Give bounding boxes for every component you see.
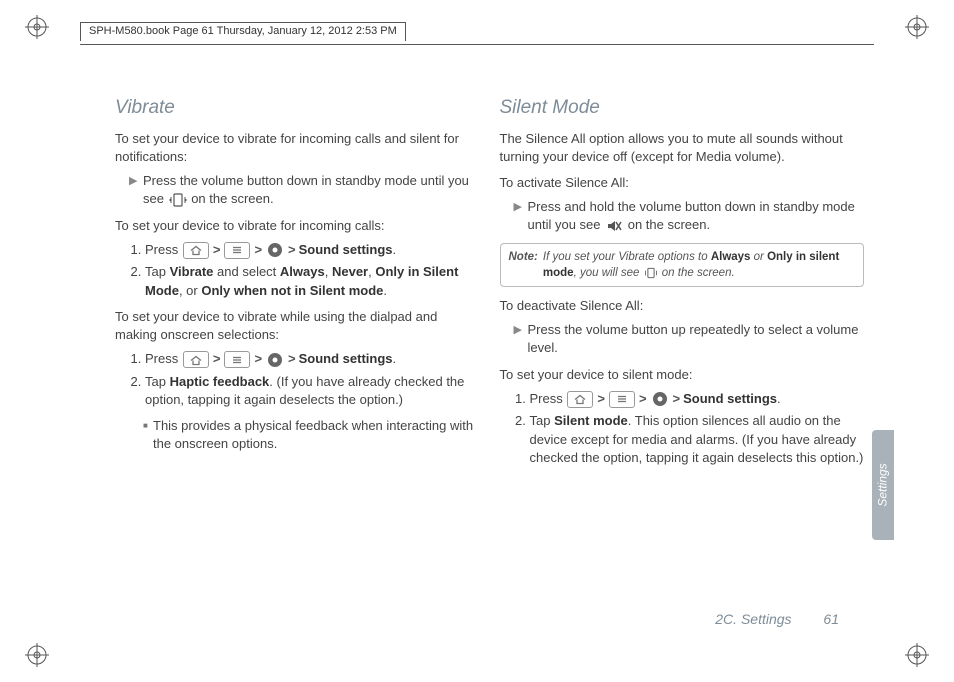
menu-path: Sound settings <box>299 351 393 366</box>
ordered-list: Press >>>Sound settings. Tap Vibrate and… <box>145 241 480 300</box>
text: Tap <box>530 413 555 428</box>
note-box: Note: If you set your Vibrate options to… <box>500 243 865 287</box>
menu-key-icon <box>224 242 250 259</box>
page-content: Vibrate To set your device to vibrate fo… <box>115 95 864 592</box>
crop-line <box>80 44 874 45</box>
option: Haptic feedback <box>170 374 270 389</box>
vibrate-icon <box>644 266 658 280</box>
option: Silent mode <box>554 413 628 428</box>
mute-icon <box>605 217 623 235</box>
text: Tap <box>145 374 170 389</box>
separator: > <box>639 391 647 406</box>
page-number: 61 <box>823 611 839 627</box>
triangle-bullet-icon: ▶ <box>514 198 528 235</box>
list-item: ▶ Press and hold the volume button down … <box>514 198 865 235</box>
note-text: If you set your Vibrate options to Alway… <box>543 249 855 281</box>
menu-key-icon <box>609 391 635 408</box>
separator: > <box>213 351 221 366</box>
paragraph: To activate Silence All: <box>500 174 865 192</box>
footer-section: 2C. Settings <box>715 611 791 627</box>
separator: > <box>288 242 296 257</box>
list-item: Press >>>Sound settings. <box>145 350 480 369</box>
triangle-bullet-icon: ▶ <box>514 321 528 357</box>
note-label: Note: <box>509 249 538 281</box>
crop-mark-br <box>905 643 929 667</box>
crop-mark-tl <box>25 15 49 39</box>
option: Only when not in Silent mode <box>201 283 383 298</box>
menu-key-icon <box>224 351 250 368</box>
heading-silent-mode: Silent Mode <box>500 95 865 122</box>
heading-vibrate: Vibrate <box>115 95 480 122</box>
text: on the screen. <box>624 217 710 232</box>
text: Press <box>145 242 182 257</box>
ordered-list: Press >>>Sound settings. Tap Tap Silent … <box>530 390 865 467</box>
option: Never <box>332 264 368 279</box>
paragraph: To set your device to vibrate for incomi… <box>115 130 480 166</box>
text: Press <box>145 351 182 366</box>
bullet-text: Press and hold the volume button down in… <box>528 198 865 235</box>
paragraph: To deactivate Silence All: <box>500 297 865 315</box>
list-item: ▶ Press the volume button up repeatedly … <box>514 321 865 357</box>
side-tab-label: Settings <box>876 463 890 506</box>
option: Always <box>711 251 751 263</box>
list-item: Press >>>Sound settings. <box>145 241 480 260</box>
option: Always <box>280 264 325 279</box>
column-left: Vibrate To set your device to vibrate fo… <box>115 95 480 592</box>
ordered-list: Press >>>Sound settings. Tap Haptic feed… <box>145 350 480 409</box>
list-item: ▶ Press the volume button down in standb… <box>129 172 480 209</box>
menu-path: Sound settings <box>299 242 393 257</box>
separator: > <box>254 351 262 366</box>
list-item: Press >>>Sound settings. <box>530 390 865 409</box>
paragraph: The Silence All option allows you to mut… <box>500 130 865 166</box>
list-item: Tap Haptic feedback. (If you have alread… <box>145 373 480 409</box>
paragraph: To set your device to silent mode: <box>500 366 865 384</box>
option: Vibrate <box>170 264 214 279</box>
crop-mark-tr <box>905 15 929 39</box>
settings-gear-icon <box>651 390 669 408</box>
list-item: Tap Vibrate and select Always, Never, On… <box>145 263 480 299</box>
text: on the screen. <box>188 191 274 206</box>
page-header: SPH-M580.book Page 61 Thursday, January … <box>80 22 406 41</box>
separator: > <box>213 242 221 257</box>
text: Press <box>530 391 567 406</box>
text: Tap <box>145 264 170 279</box>
separator: > <box>288 351 296 366</box>
text: If you set your Vibrate options to <box>543 251 711 263</box>
triangle-bullet-icon: ▶ <box>129 172 143 209</box>
paragraph: To set your device to vibrate while usin… <box>115 308 480 344</box>
settings-gear-icon <box>266 351 284 369</box>
column-right: Silent Mode The Silence All option allow… <box>500 95 865 592</box>
crop-mark-bl <box>25 643 49 667</box>
home-key-icon <box>183 351 209 368</box>
text: on the screen. <box>659 267 735 279</box>
page-footer: 2C. Settings 61 <box>715 611 839 627</box>
list-item: Tap Tap Silent mode. This option silence… <box>530 412 865 467</box>
home-key-icon <box>183 242 209 259</box>
separator: > <box>673 391 681 406</box>
menu-path: Sound settings <box>683 391 777 406</box>
separator: > <box>597 391 605 406</box>
separator: > <box>254 242 262 257</box>
text: and select <box>213 264 280 279</box>
bullet-text: Press the volume button down in standby … <box>143 172 480 209</box>
home-key-icon <box>567 391 593 408</box>
settings-gear-icon <box>266 241 284 259</box>
side-tab: Settings <box>872 430 894 540</box>
sub-bullet: ■ This provides a physical feedback when… <box>143 417 480 453</box>
bullet-text: Press the volume button up repeatedly to… <box>528 321 865 357</box>
text: or <box>750 251 767 263</box>
text: This provides a physical feedback when i… <box>153 417 480 453</box>
text: , or <box>179 283 201 298</box>
square-bullet-icon: ■ <box>143 417 153 453</box>
vibrate-icon <box>169 191 187 209</box>
text: , you will see <box>574 267 643 279</box>
paragraph: To set your device to vibrate for incomi… <box>115 217 480 235</box>
